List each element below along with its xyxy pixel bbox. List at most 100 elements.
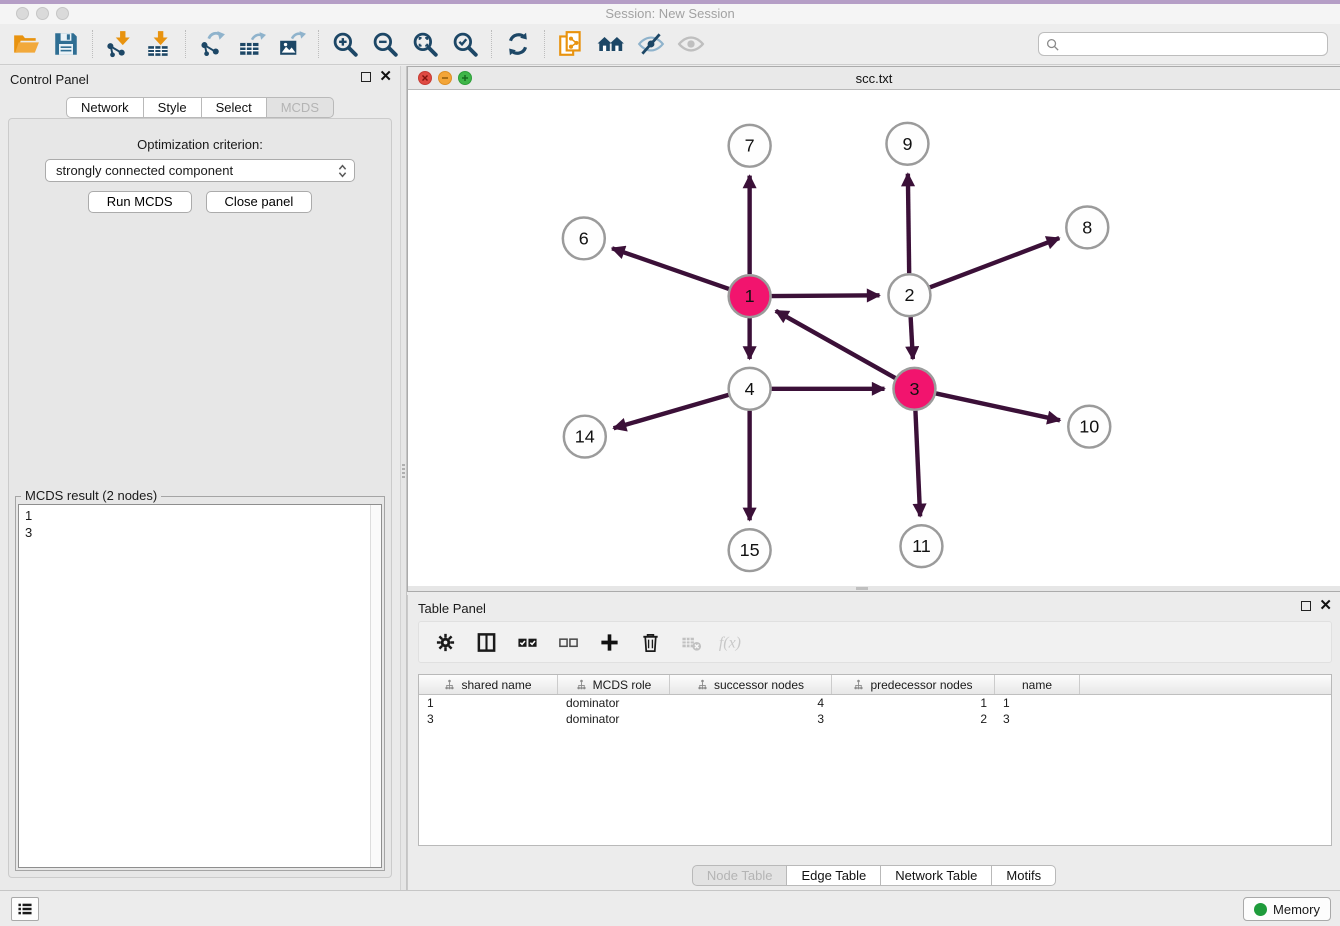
export-network-button[interactable] (192, 27, 232, 61)
graph-node-label: 11 (912, 536, 931, 556)
export-image-icon (278, 30, 306, 58)
result-scrollbar[interactable] (370, 505, 381, 867)
mcds-result-item: 3 (25, 524, 381, 541)
network-window-title: scc.txt (408, 71, 1340, 86)
deselect-all-rows-button[interactable] (556, 630, 580, 654)
open-file-button[interactable] (6, 27, 46, 61)
tab-network[interactable]: Network (66, 97, 144, 118)
search-input[interactable] (1064, 37, 1321, 52)
edge-3-10[interactable] (936, 393, 1060, 420)
memory-status-icon (1254, 903, 1267, 916)
window-title: Session: New Session (0, 6, 1340, 21)
panel-splitter[interactable] (400, 66, 407, 890)
delete-table-button (679, 630, 703, 654)
tab-style[interactable]: Style (144, 97, 202, 118)
export-table-icon (238, 30, 266, 58)
memory-label: Memory (1273, 902, 1320, 917)
save-session-button[interactable] (46, 27, 86, 61)
column-header-predecessor-nodes[interactable]: predecessor nodes (832, 675, 995, 694)
tab-node-table[interactable]: Node Table (692, 865, 788, 886)
graph-node-label: 4 (745, 379, 755, 399)
list-icon (16, 900, 34, 918)
export-image-button[interactable] (272, 27, 312, 61)
edge-2-8[interactable] (930, 238, 1059, 287)
toolbar-separator (544, 30, 545, 58)
deselect-all-icon (558, 632, 579, 653)
edge-2-9[interactable] (908, 174, 909, 274)
edge-2-3[interactable] (911, 317, 913, 359)
graph-node-label: 14 (575, 427, 595, 447)
tab-edge-table[interactable]: Edge Table (787, 865, 881, 886)
zoom-out-button[interactable] (365, 27, 405, 61)
main-toolbar-items (6, 27, 711, 61)
zoom-selected-button[interactable] (445, 27, 485, 61)
toolbar-separator (92, 30, 93, 58)
edge-4-14[interactable] (614, 395, 729, 428)
float-table-panel-icon[interactable] (1301, 601, 1311, 611)
mcds-result-list[interactable]: 13 (18, 504, 382, 868)
network-from-selection-button[interactable] (551, 27, 591, 61)
column-visibility-button[interactable] (474, 630, 498, 654)
node-table-header: shared nameMCDS role successor nodes prede… (419, 675, 1331, 695)
tab-select[interactable]: Select (202, 97, 267, 118)
select-stepper-icon (337, 163, 348, 179)
zoom-fit-button[interactable] (405, 27, 445, 61)
toolbar-separator (185, 30, 186, 58)
select-all-rows-button[interactable] (515, 630, 539, 654)
zoom-out-icon (371, 30, 399, 58)
column-header-successor-nodes[interactable]: successor nodes (670, 675, 832, 694)
import-network-icon (105, 30, 133, 58)
network-hscrollbar[interactable] (408, 586, 1340, 591)
close-panel-icon[interactable]: ✕ (379, 71, 392, 83)
delete-column-button[interactable] (638, 630, 662, 654)
graph-node-label: 3 (909, 379, 919, 399)
edge-3-1[interactable] (776, 311, 896, 378)
tab-mcds[interactable]: MCDS (267, 97, 334, 118)
column-header-label: successor nodes (714, 678, 804, 692)
tree-icon (697, 679, 708, 690)
edge-1-2[interactable] (772, 295, 880, 296)
criterion-select[interactable]: strongly connected component (45, 159, 355, 182)
search-box[interactable] (1038, 32, 1328, 56)
toolbar-separator (491, 30, 492, 58)
tree-icon (576, 679, 587, 690)
select-all-icon (517, 632, 538, 653)
table-row[interactable]: 1dominator411 (419, 695, 1331, 711)
table-row[interactable]: 3dominator323 (419, 711, 1331, 727)
table-panel-tabs: Node TableEdge TableNetwork TableMotifs (408, 865, 1340, 886)
close-table-panel-icon[interactable]: ✕ (1319, 600, 1332, 612)
import-network-button[interactable] (99, 27, 139, 61)
close-panel-button[interactable]: Close panel (206, 191, 313, 213)
float-panel-icon[interactable] (361, 72, 371, 82)
table-settings-button[interactable] (433, 630, 457, 654)
run-mcds-button[interactable]: Run MCDS (88, 191, 192, 213)
hide-selected-button[interactable] (631, 27, 671, 61)
zoom-in-button[interactable] (325, 27, 365, 61)
main-toolbar (0, 24, 1340, 65)
edge-1-6[interactable] (612, 248, 729, 289)
table-cell: 4 (670, 695, 832, 711)
refresh-icon (504, 30, 532, 58)
column-header-shared-name[interactable]: shared name (419, 675, 558, 694)
graph-node-label: 10 (1079, 417, 1099, 437)
network-canvas[interactable]: 1234678910111415 (408, 90, 1340, 586)
export-table-button[interactable] (232, 27, 272, 61)
import-table-button[interactable] (139, 27, 179, 61)
first-neighbors-icon (597, 30, 625, 58)
tab-network-table[interactable]: Network Table (881, 865, 992, 886)
network-canvas-svg: 1234678910111415 (408, 90, 1340, 586)
graph-node-label: 15 (740, 540, 760, 560)
network-hscrollbar-thumb[interactable] (856, 587, 868, 590)
column-header-name[interactable]: name (995, 675, 1080, 694)
apply-layout-button[interactable] (498, 27, 538, 61)
add-column-button[interactable] (597, 630, 621, 654)
edge-3-11[interactable] (915, 411, 920, 517)
svg-text:f(x): f(x) (719, 634, 741, 651)
first-neighbors-button[interactable] (591, 27, 631, 61)
memory-button[interactable]: Memory (1243, 897, 1331, 921)
trash-icon (640, 632, 661, 653)
network-window-titlebar[interactable]: scc.txt (408, 67, 1340, 90)
column-header-MCDS-role[interactable]: MCDS role (558, 675, 670, 694)
task-history-button[interactable] (11, 897, 39, 921)
tab-motifs[interactable]: Motifs (992, 865, 1056, 886)
